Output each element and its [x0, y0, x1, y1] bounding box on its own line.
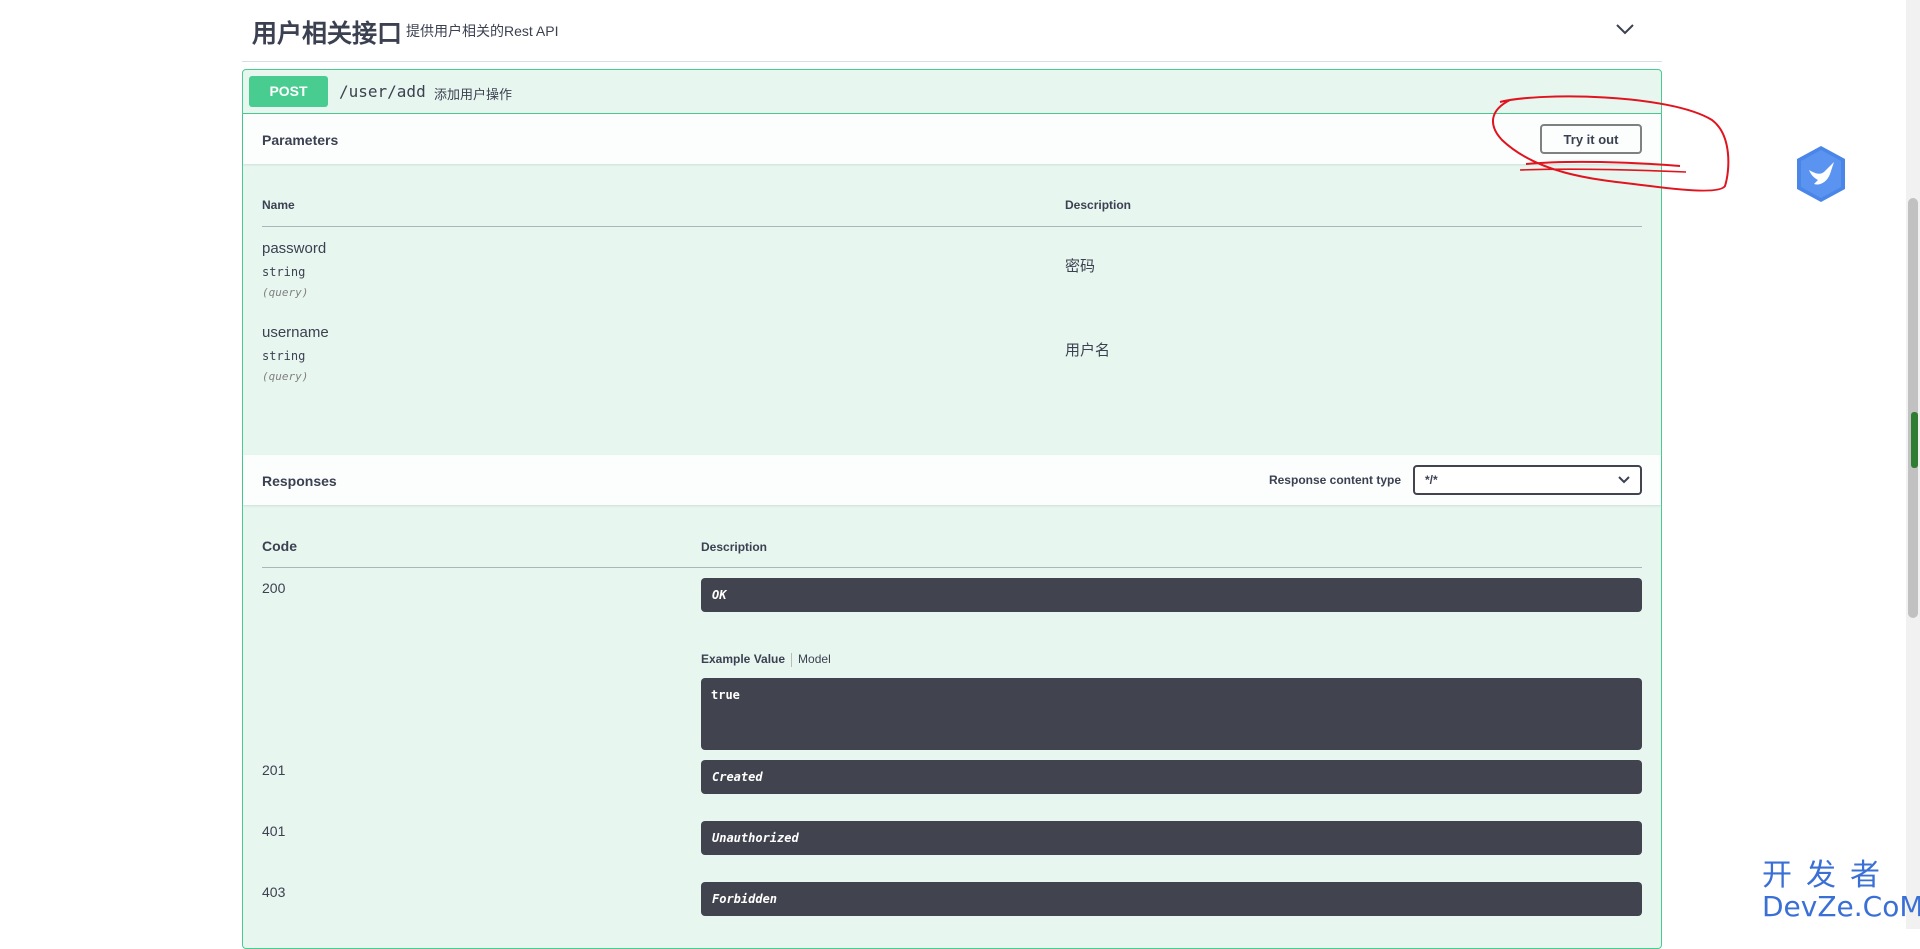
response-code: 403: [262, 884, 286, 900]
example-value-tab[interactable]: Example Value: [701, 652, 785, 666]
tag-section-header[interactable]: 用户相关接口 提供用户相关的Rest API: [242, 0, 1662, 62]
chevron-down-icon[interactable]: [1614, 18, 1636, 40]
try-it-out-button[interactable]: Try it out: [1540, 124, 1642, 154]
param-location: (query): [262, 370, 309, 383]
method-badge: POST: [249, 76, 328, 107]
scrollbar-marker: [1911, 412, 1918, 468]
tag-title: 用户相关接口: [252, 20, 403, 48]
vertical-scrollbar[interactable]: [1906, 0, 1920, 929]
tag-description: 提供用户相关的Rest API: [406, 23, 559, 39]
param-name: password: [262, 240, 327, 257]
param-type: string: [262, 265, 306, 279]
param-description: 用户名: [1065, 342, 1111, 359]
parameters-title: Parameters: [262, 132, 339, 148]
responses-header: Responses Response content type */*: [243, 455, 1661, 505]
response-header-divider: [262, 567, 1642, 568]
scrollbar-thumb[interactable]: [1908, 198, 1918, 618]
watermark-en: DevZe.CoM: [1762, 890, 1920, 923]
parameters-header: Parameters Try it out: [243, 114, 1661, 164]
response-description: Forbidden: [701, 882, 1642, 916]
param-location: (query): [262, 286, 309, 299]
bird-assistant-icon[interactable]: [1794, 144, 1848, 204]
operation-summary-text: 添加用户操作: [434, 87, 513, 102]
operation-path: /user/add: [339, 82, 426, 101]
response-content-type-label: Response content type: [1268, 473, 1401, 487]
response-description: Created: [701, 760, 1642, 794]
model-tab[interactable]: Model: [798, 652, 831, 666]
responses-title: Responses: [262, 473, 337, 489]
response-content-type-value: */*: [1425, 473, 1438, 487]
response-code: 401: [262, 823, 286, 839]
response-col-code: Code: [262, 538, 297, 554]
response-description: Unauthorized: [701, 821, 1642, 855]
param-type: string: [262, 349, 306, 363]
param-name: username: [262, 324, 329, 341]
response-col-description: Description: [701, 540, 768, 554]
watermark-logo: 开发者 DevZe.CoM: [1762, 858, 1920, 923]
param-col-name: Name: [262, 198, 295, 212]
param-header-divider: [262, 226, 1642, 227]
watermark-cn: 开发者: [1762, 858, 1894, 893]
tab-separator: [791, 652, 793, 667]
example-value-body: true: [701, 678, 1642, 750]
chevron-down-icon: [1618, 476, 1630, 484]
operation-summary[interactable]: POST /user/add 添加用户操作: [243, 70, 1661, 114]
operation-block-post: POST /user/add 添加用户操作 Parameters Try it …: [242, 69, 1662, 949]
example-tabs: Example Value Model: [701, 652, 831, 667]
response-code: 201: [262, 762, 286, 778]
param-description: 密码: [1065, 258, 1096, 275]
param-col-description: Description: [1065, 198, 1132, 212]
response-code: 200: [262, 580, 286, 596]
response-description: OK: [701, 578, 1642, 612]
response-content-type-select[interactable]: */*: [1413, 465, 1642, 495]
